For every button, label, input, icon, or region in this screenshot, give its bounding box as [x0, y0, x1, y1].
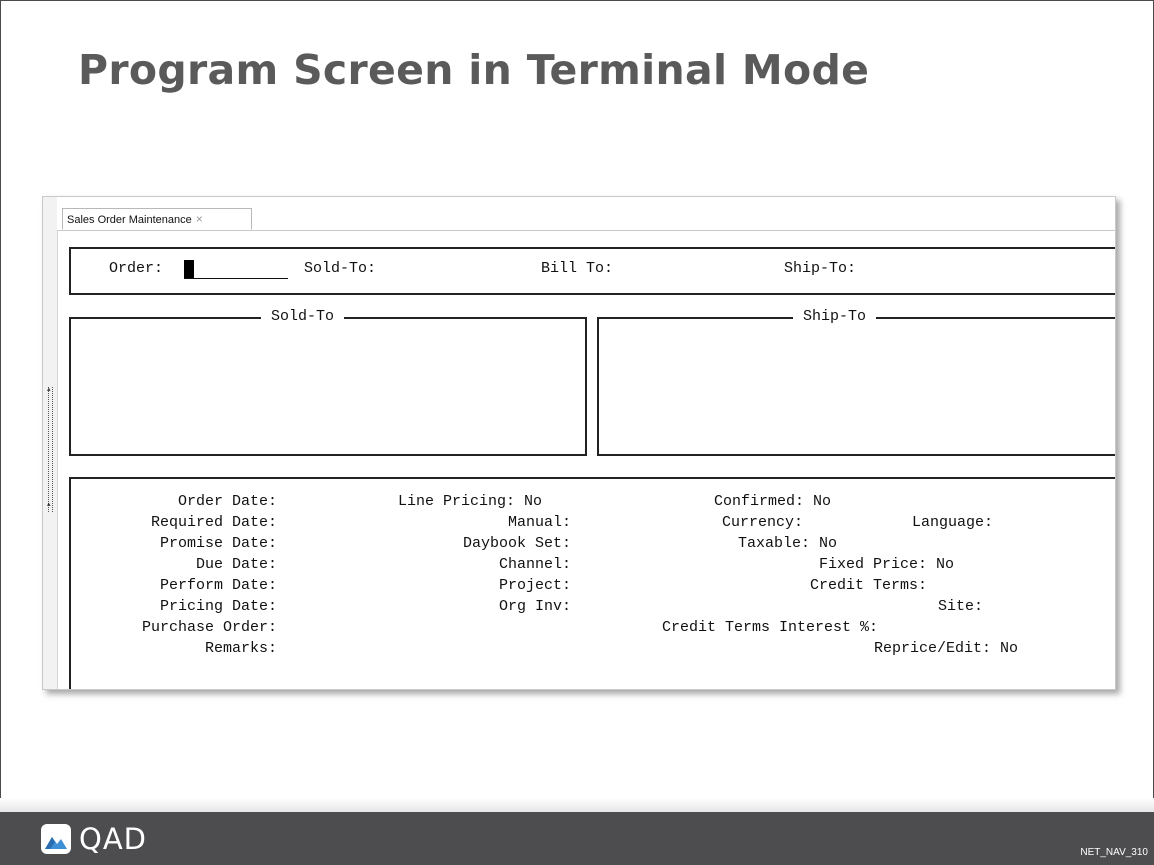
taxable-label: Taxable: No	[738, 535, 838, 552]
ship-to-frame-title: Ship-To	[793, 308, 877, 326]
bill-to-label: Bill To:	[541, 260, 614, 277]
sold-to-frame: Sold-To	[69, 308, 587, 456]
remarks-label: Remarks:	[204, 640, 277, 657]
channel-label: Channel:	[498, 556, 571, 573]
qad-logo: QAD	[40, 822, 147, 856]
fixed-price-label: Fixed Price: No	[819, 556, 955, 573]
splitter-grip[interactable]	[48, 387, 53, 512]
text-cursor	[184, 260, 194, 278]
logo-text: QAD	[79, 822, 147, 856]
purchase-order-label: Purchase Order:	[141, 619, 277, 636]
line-pricing-label: Line Pricing: No	[398, 493, 543, 510]
promise-date-label: Promise Date:	[159, 535, 277, 552]
ship-to-label: Ship-To:	[784, 260, 857, 277]
order-details-frame: Order Date: Required Date: Promise Date:…	[69, 477, 1115, 689]
panel-splitter[interactable]: ▴ ▴	[43, 197, 58, 689]
tab-sales-order-maintenance[interactable]: Sales Order Maintenance ×	[62, 208, 252, 230]
sold-to-label: Sold-To:	[304, 260, 377, 277]
reprice-edit-label: Reprice/Edit: No	[874, 640, 1019, 657]
org-inv-label: Org Inv:	[498, 598, 571, 615]
slide-code: NET_NAV_310	[1080, 847, 1148, 858]
ship-to-frame: Ship-To	[597, 308, 1115, 456]
app-window: ▴ ▴ Sales Order Maintenance × Order: Sold…	[42, 196, 1116, 690]
pricing-date-label: Pricing Date:	[159, 598, 277, 615]
credit-terms-label: Credit Terms:	[810, 577, 928, 594]
confirmed-label: Confirmed: No	[714, 493, 832, 510]
terminal-screen: Order: Sold-To: Bill To: Ship-To: Sold-T…	[57, 231, 1115, 689]
close-icon[interactable]: ×	[196, 212, 203, 226]
language-label: Language:	[912, 514, 994, 531]
project-label: Project:	[498, 577, 571, 594]
daybook-set-label: Daybook Set:	[462, 535, 571, 552]
tab-bar: Sales Order Maintenance ×	[57, 197, 1115, 231]
order-input[interactable]	[184, 260, 288, 279]
site-label: Site:	[938, 598, 984, 615]
due-date-label: Due Date:	[195, 556, 277, 573]
sold-to-frame-title: Sold-To	[261, 308, 345, 326]
qad-logo-icon	[41, 824, 71, 854]
tab-label: Sales Order Maintenance	[67, 214, 192, 226]
perform-date-label: Perform Date:	[159, 577, 277, 594]
order-label: Order:	[109, 260, 164, 277]
manual-label: Manual:	[507, 514, 571, 531]
slide-title: Program Screen in Terminal Mode	[78, 46, 870, 94]
splitter-arrow-down-icon[interactable]: ▴	[47, 501, 53, 508]
slide-footer: QAD NET_NAV_310	[0, 798, 1154, 865]
currency-label: Currency:	[722, 514, 804, 531]
required-date-label: Required Date:	[150, 514, 277, 531]
credit-terms-interest-label: Credit Terms Interest %:	[662, 619, 879, 636]
order-date-label: Order Date:	[177, 493, 277, 510]
order-header-frame: Order: Sold-To: Bill To: Ship-To:	[69, 247, 1115, 295]
